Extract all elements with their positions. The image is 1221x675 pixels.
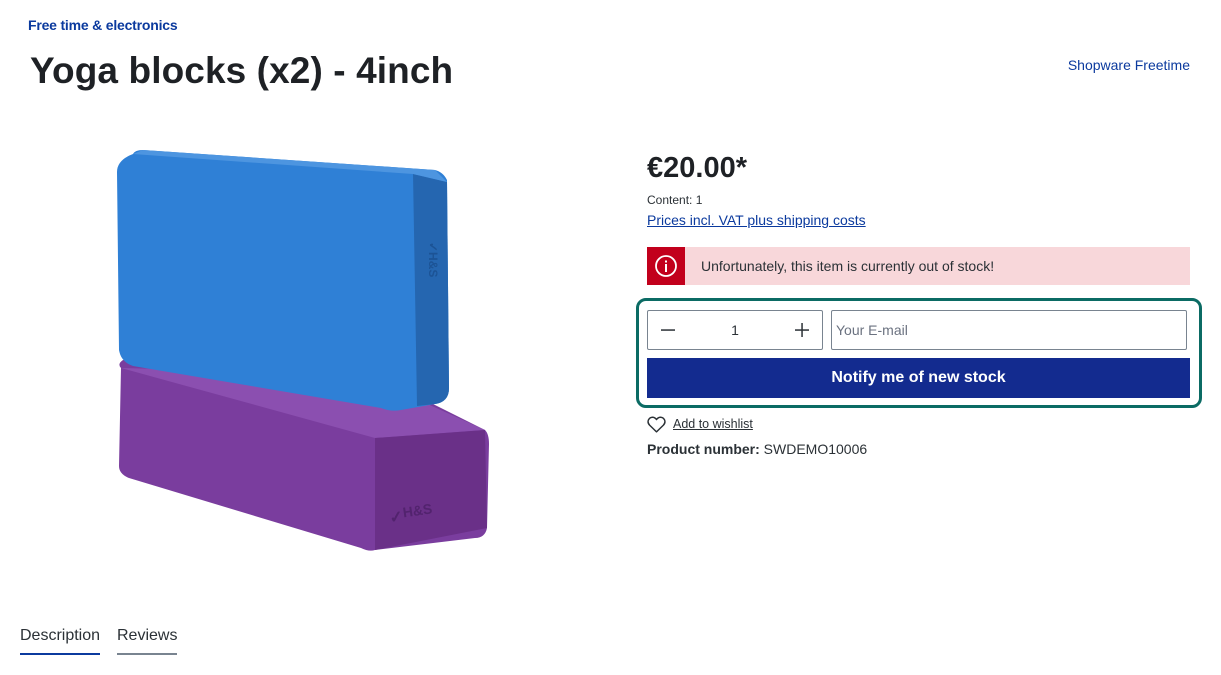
alert-message: Unfortunately, this item is currently ou… <box>701 258 995 274</box>
product-number: Product number: SWDEMO10006 <box>647 441 867 457</box>
email-field[interactable] <box>831 310 1187 350</box>
wishlist-label[interactable]: Add to wishlist <box>673 417 753 431</box>
vat-shipping-link[interactable]: Prices incl. VAT plus shipping costs <box>647 212 866 228</box>
product-image: ✓ H&S ✓H&S <box>117 150 489 551</box>
breadcrumb[interactable]: Free time & electronics <box>28 17 178 33</box>
quantity-stepper[interactable]: 1 <box>647 310 823 350</box>
heart-icon <box>647 416 666 433</box>
product-number-value: SWDEMO10006 <box>763 441 868 457</box>
product-number-label: Product number: <box>647 441 760 457</box>
product-content: Content: 1 <box>647 193 703 207</box>
out-of-stock-alert: Unfortunately, this item is currently ou… <box>647 247 1190 285</box>
manufacturer-link[interactable]: Shopware Freetime <box>1068 57 1190 73</box>
minus-icon[interactable] <box>648 311 688 349</box>
plus-icon[interactable] <box>782 311 822 349</box>
svg-text:✓H&S: ✓H&S <box>426 242 440 277</box>
quantity-value[interactable]: 1 <box>688 322 782 338</box>
notify-button[interactable]: Notify me of new stock <box>647 358 1190 398</box>
tab-description[interactable]: Description <box>20 627 101 655</box>
page-title: Yoga blocks (x2) - 4inch <box>30 50 454 91</box>
product-price: €20.00* <box>647 152 747 184</box>
tab-reviews[interactable]: Reviews <box>117 627 178 655</box>
add-to-wishlist[interactable]: Add to wishlist <box>647 414 753 434</box>
info-icon <box>647 247 685 285</box>
